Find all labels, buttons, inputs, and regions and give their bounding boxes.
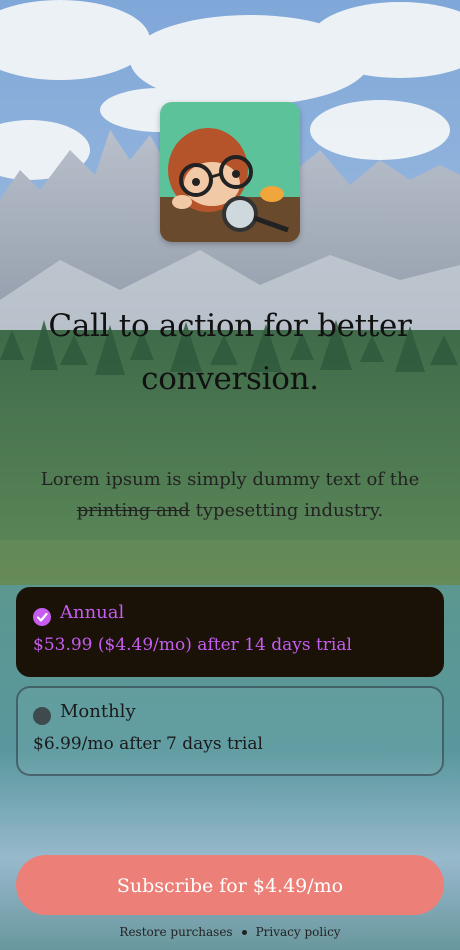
description-suffix: typesetting industry.	[189, 500, 384, 521]
separator-dot	[241, 930, 247, 935]
restore-purchases-link[interactable]: Restore purchases	[119, 925, 232, 939]
headline: Call to action for better conversion.	[48, 308, 412, 397]
plan-price: $6.99/mo after 7 days trial	[33, 734, 263, 754]
plan-name: Monthly	[60, 701, 136, 722]
plan-annual-card[interactable]: Annual $53.99 ($4.49/mo) after 14 days t…	[16, 587, 444, 677]
plan-monthly-card[interactable]: Monthly $6.99/mo after 7 days trial	[16, 686, 444, 776]
description: Lorem ipsum is simply dummy text of the …	[14, 464, 446, 526]
plan-price: $53.99 ($4.49/mo) after 14 days trial	[33, 635, 352, 655]
description-strikethrough: printing and	[76, 500, 190, 521]
privacy-policy-link[interactable]: Privacy policy	[256, 925, 341, 939]
app-icon	[160, 102, 300, 242]
description-text: Lorem ipsum is simply dummy text of the	[40, 469, 420, 490]
footer-links: Restore purchases Privacy policy	[0, 925, 460, 939]
radio-unchecked-icon[interactable]	[33, 707, 51, 725]
subscribe-button[interactable]: Subscribe for $4.49/mo	[16, 855, 444, 915]
radio-checked-icon[interactable]	[33, 608, 51, 626]
plan-name: Annual	[60, 602, 125, 623]
